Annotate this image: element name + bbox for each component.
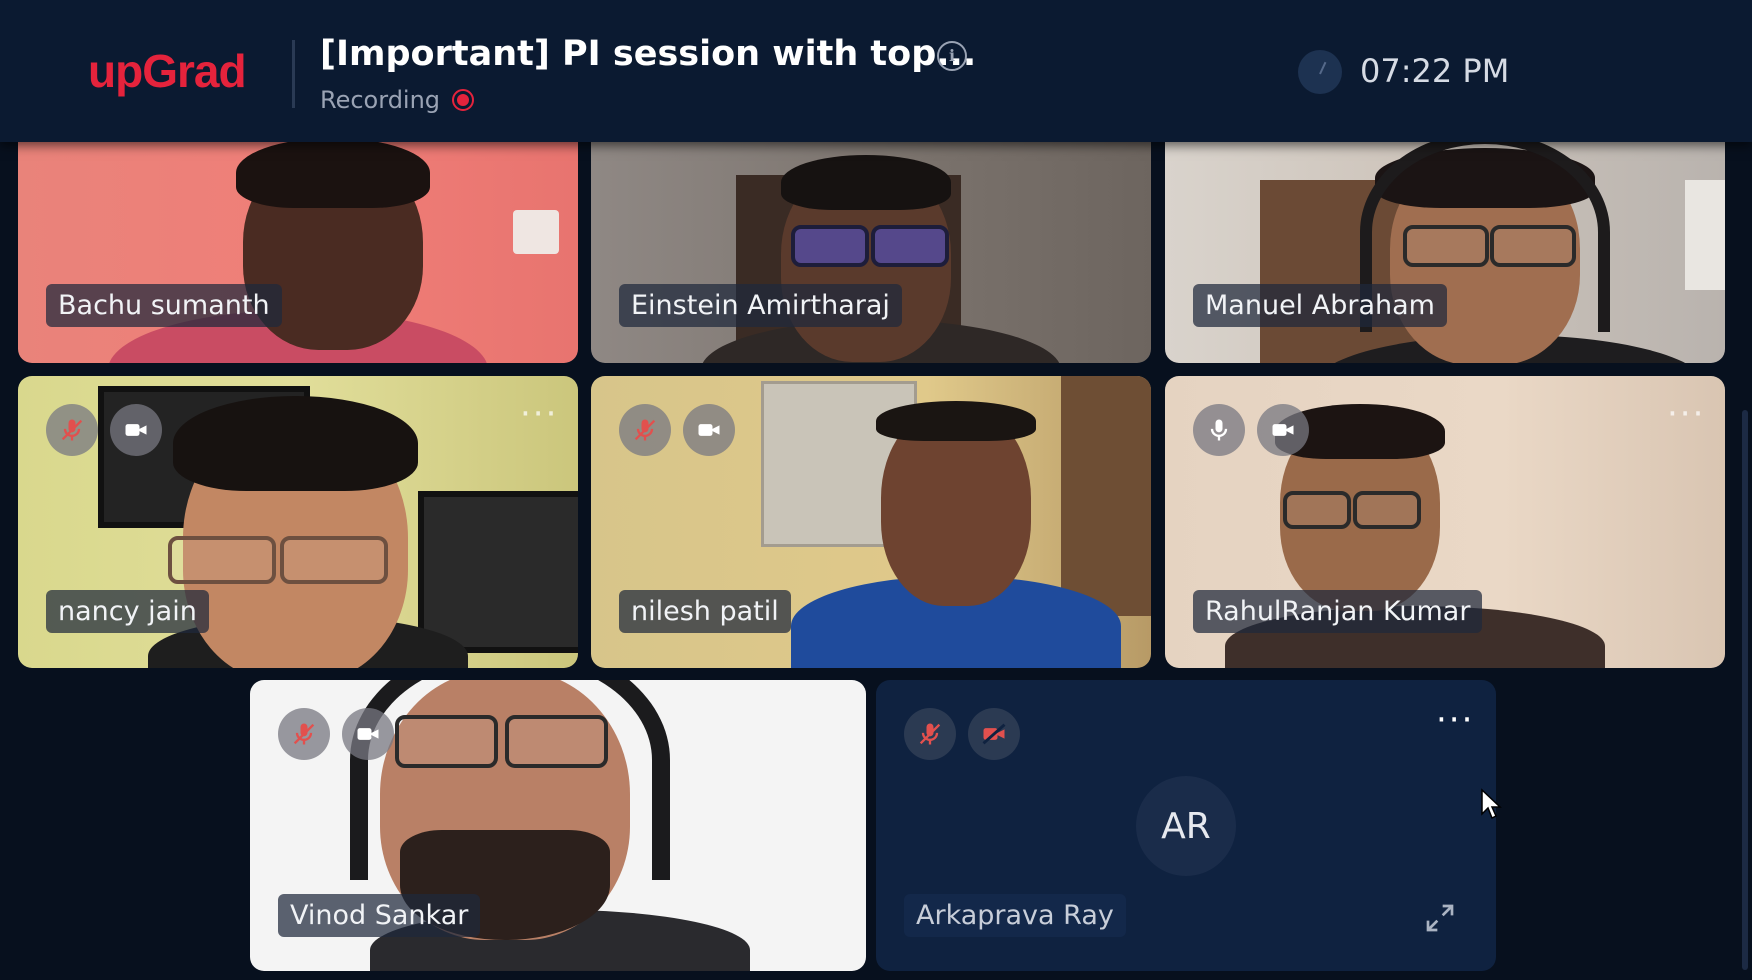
person-glasses	[280, 536, 388, 584]
participant-tile-arkaprava[interactable]: ··· AR Arkaprava Ray	[876, 680, 1496, 971]
participant-tile-manuel[interactable]: Manuel Abraham	[1165, 120, 1725, 363]
participant-name: Einstein Amirtharaj	[619, 284, 902, 327]
participant-tile-nancy[interactable]: ··· nancy jain	[18, 376, 578, 668]
person-glasses	[1283, 491, 1351, 529]
recording-label: Recording	[320, 86, 441, 114]
person-glasses	[1353, 491, 1421, 529]
person-hair	[236, 138, 430, 208]
more-options-icon[interactable]: ···	[1436, 703, 1474, 737]
person-glasses	[871, 225, 949, 267]
camera-on-icon[interactable]	[1257, 404, 1309, 456]
meeting-header: upGrad [Important] PI session with top..…	[0, 0, 1752, 142]
expand-icon[interactable]	[1424, 902, 1456, 934]
headphone	[350, 680, 670, 880]
participant-tile-nilesh[interactable]: nilesh patil	[591, 376, 1151, 668]
participant-tile-rahulranjan[interactable]: ··· RahulRanjan Kumar	[1165, 376, 1725, 668]
person-glasses	[168, 536, 276, 584]
mic-muted-icon[interactable]	[278, 708, 330, 760]
participant-name: nancy jain	[46, 590, 209, 633]
person-hair	[781, 155, 951, 210]
camera-on-icon[interactable]	[110, 404, 162, 456]
mic-muted-icon[interactable]	[46, 404, 98, 456]
camera-on-icon[interactable]	[342, 708, 394, 760]
camera-on-icon[interactable]	[683, 404, 735, 456]
info-icon[interactable]: i	[937, 41, 967, 71]
recording-dot-icon	[452, 89, 475, 111]
person-hair	[173, 396, 418, 491]
more-options-icon[interactable]: ···	[520, 397, 558, 431]
scrollbar[interactable]	[1742, 410, 1748, 970]
participant-tile-bachu[interactable]: Bachu sumanth	[18, 120, 578, 363]
person-glasses	[791, 225, 869, 267]
wall-switch	[513, 210, 559, 254]
mic-on-icon[interactable]	[1193, 404, 1245, 456]
mic-muted-icon[interactable]	[904, 708, 956, 760]
upgrad-logo: upGrad	[88, 45, 247, 97]
participant-name: RahulRanjan Kumar	[1193, 590, 1483, 633]
wall-poster	[418, 491, 578, 653]
participant-tile-vinod[interactable]: Vinod Sankar	[250, 680, 866, 971]
person-hair	[876, 401, 1036, 441]
avatar: AR	[1136, 776, 1236, 876]
meeting-time: 07:22 PM	[1360, 52, 1510, 90]
camera-off-icon[interactable]	[968, 708, 1020, 760]
mic-muted-icon[interactable]	[619, 404, 671, 456]
participant-name: Bachu sumanth	[46, 284, 282, 327]
wall-switch	[1685, 180, 1725, 290]
participant-name: Arkaprava Ray	[904, 894, 1126, 937]
mouse-cursor-icon	[1481, 788, 1502, 820]
header-divider	[292, 40, 295, 108]
participant-name: nilesh patil	[619, 590, 791, 633]
doorframe	[1061, 376, 1151, 616]
participant-name: Vinod Sankar	[278, 894, 481, 937]
recording-status: Recording	[320, 86, 475, 114]
meeting-title: [Important] PI session with top...	[320, 34, 977, 74]
more-options-icon[interactable]: ···	[1667, 397, 1705, 431]
participant-name: Manuel Abraham	[1193, 284, 1447, 327]
participant-tile-einstein[interactable]: Einstein Amirtharaj	[591, 120, 1151, 363]
clock-icon	[1298, 50, 1342, 94]
